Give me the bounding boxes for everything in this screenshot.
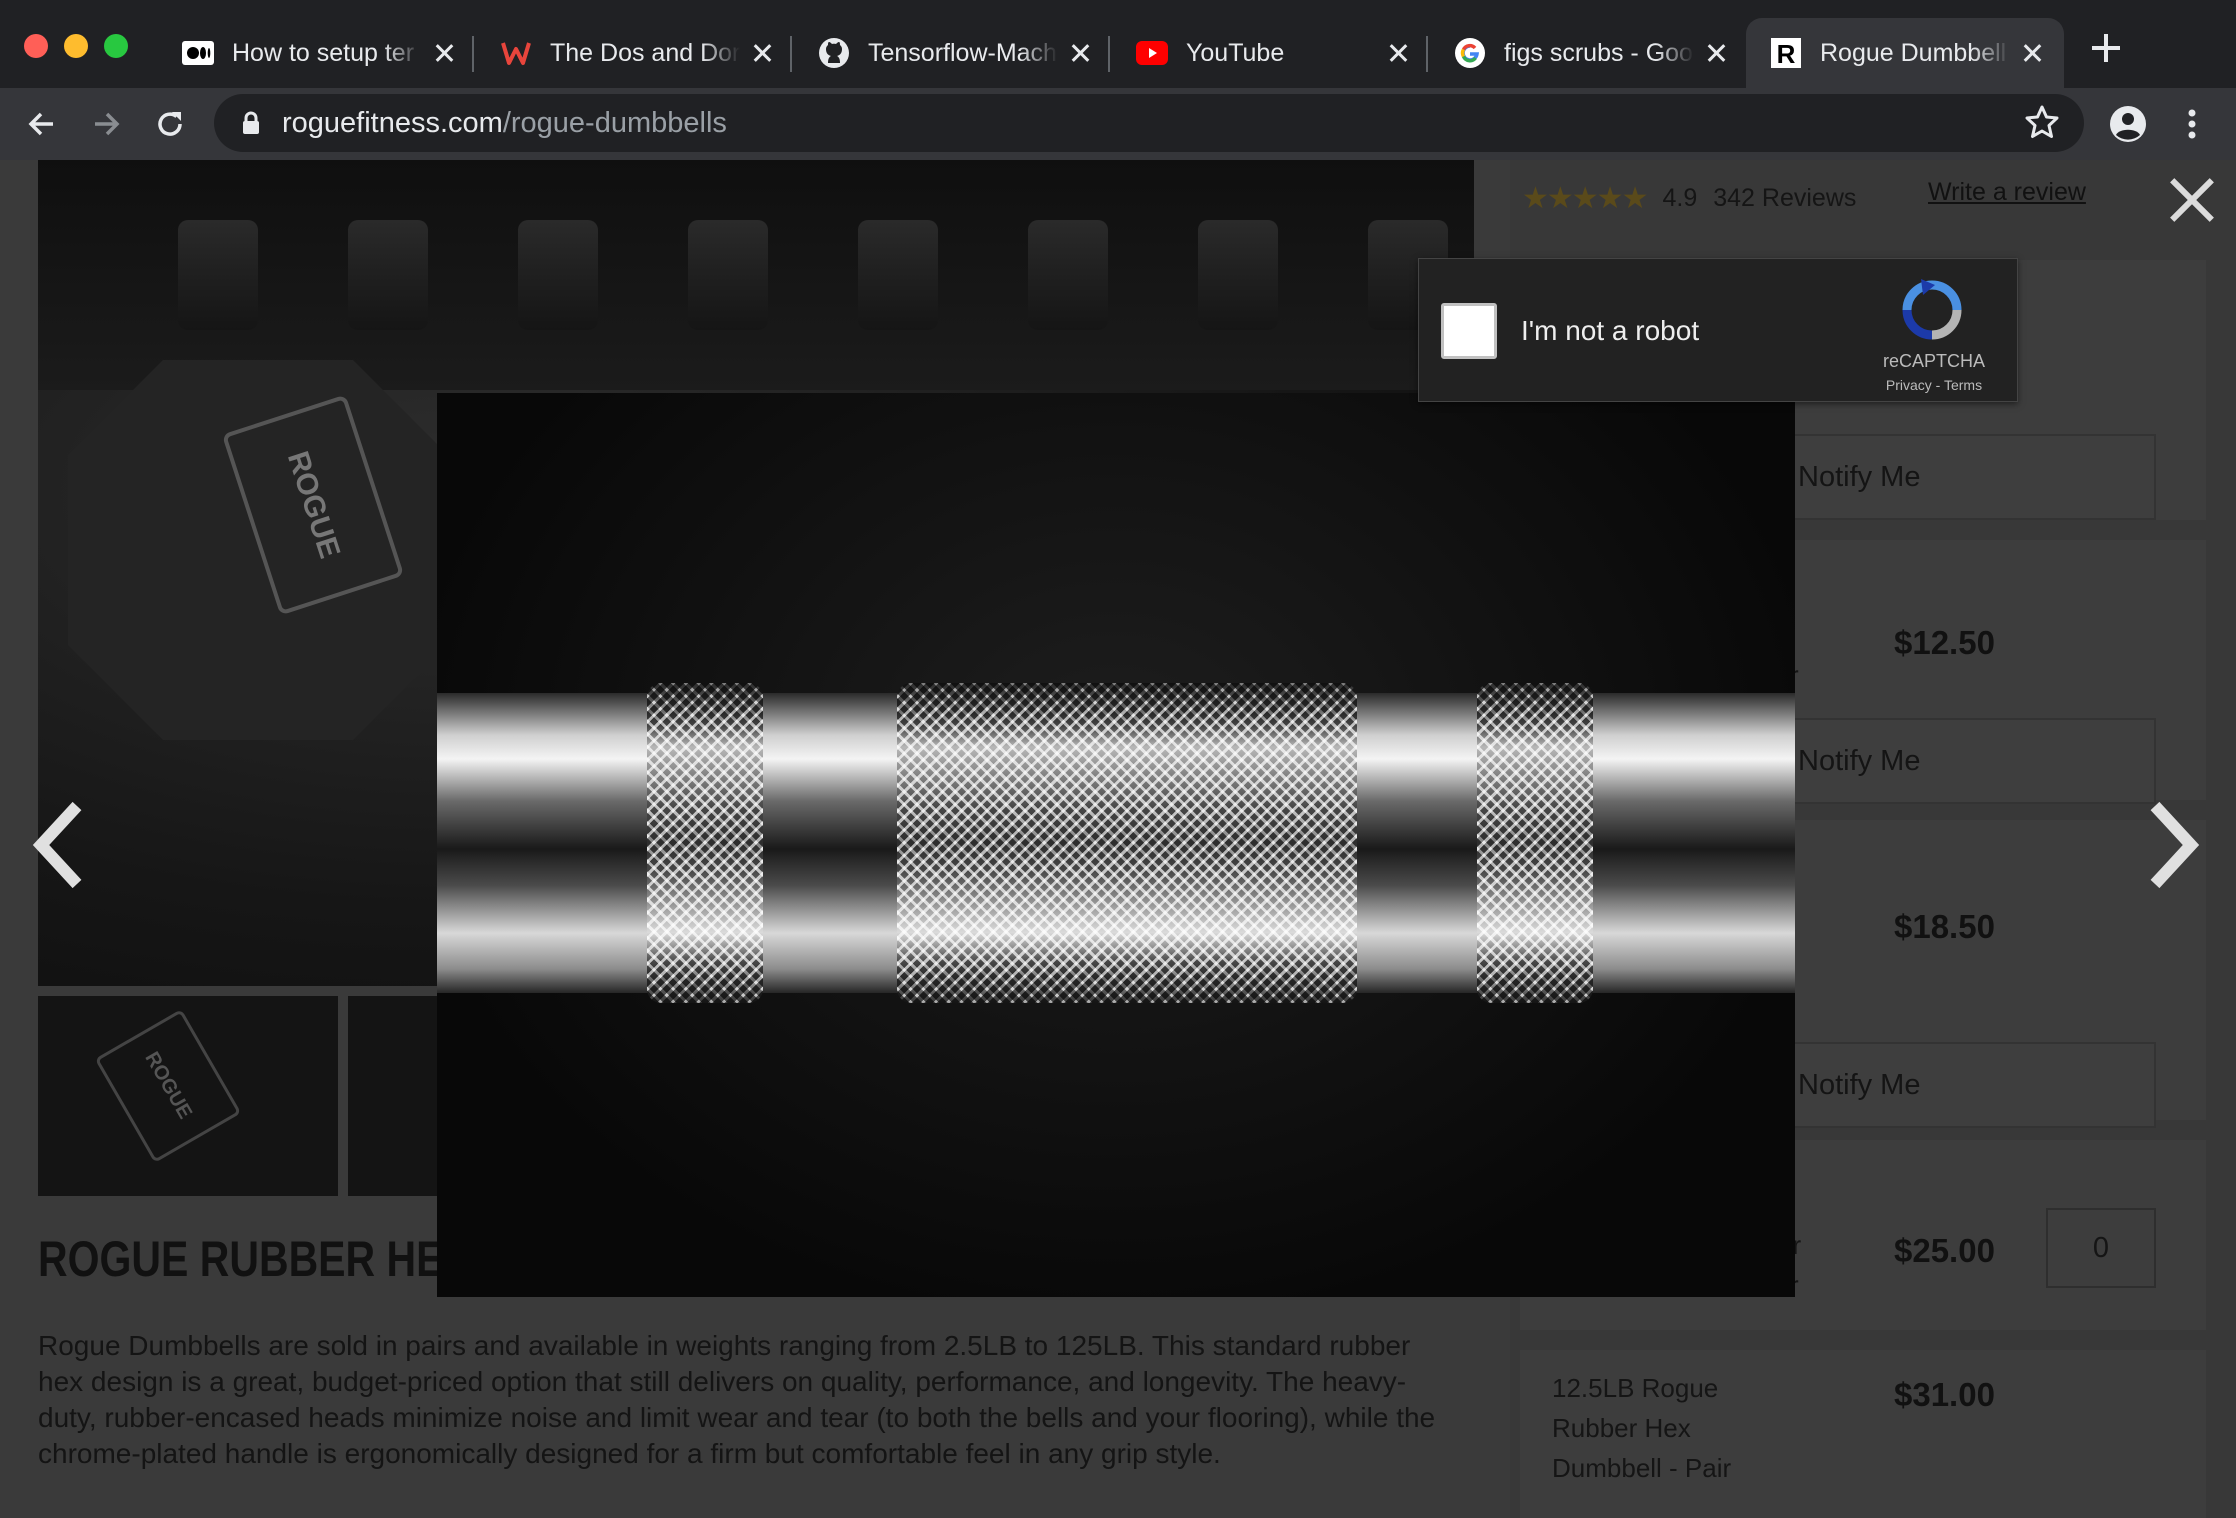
notify-me-button[interactable]: Notify Me bbox=[1770, 434, 2156, 520]
rating-summary: ★★★★★ 4.9 342 Reviews bbox=[1522, 178, 1856, 218]
lightbox-prev-button[interactable] bbox=[24, 795, 94, 895]
quantity-input[interactable]: 0 bbox=[2046, 1208, 2156, 1288]
tab-separator bbox=[790, 36, 792, 72]
close-icon[interactable] bbox=[750, 41, 774, 65]
variant-price: $25.00 bbox=[1894, 1232, 1995, 1269]
profile-button[interactable] bbox=[2104, 100, 2152, 148]
recaptcha-logo-icon bbox=[1902, 279, 1962, 340]
address-bar[interactable]: roguefitness.com/rogue-dumbbells bbox=[214, 94, 2084, 152]
captcha-checkbox[interactable] bbox=[1441, 303, 1497, 359]
tab-title: figs scrubs - Goo bbox=[1504, 38, 1693, 67]
forward-arrow-icon bbox=[95, 112, 120, 136]
lightbox-next-button[interactable] bbox=[2138, 795, 2208, 895]
product-description: Rogue Dumbbells are sold in pairs and av… bbox=[38, 1330, 1436, 1469]
lightbox-close-button[interactable] bbox=[2168, 176, 2216, 224]
tab-title: Tensorflow-Mach bbox=[868, 38, 1057, 67]
tab-title: How to setup ter bbox=[232, 38, 415, 67]
captcha-privacy-terms[interactable]: Privacy - Terms bbox=[1859, 377, 2009, 393]
back-button[interactable] bbox=[18, 100, 66, 148]
tab-0[interactable]: How to setup ter bbox=[158, 18, 476, 88]
tab-separator bbox=[1426, 36, 1428, 72]
notify-me-button[interactable]: Notify Me bbox=[1770, 1042, 2156, 1128]
tab-separator bbox=[1108, 36, 1110, 72]
url-text: roguefitness.com/rogue-dumbbells bbox=[282, 107, 727, 140]
close-icon[interactable] bbox=[1068, 41, 1092, 65]
review-count[interactable]: 342 Reviews bbox=[1713, 184, 1856, 213]
new-tab-button[interactable] bbox=[2090, 32, 2122, 64]
handle-knurl-left bbox=[647, 683, 763, 1003]
rating-value: 4.9 bbox=[1662, 183, 1698, 212]
youtube-icon bbox=[1136, 37, 1168, 69]
tab-title: The Dos and Dor bbox=[550, 38, 740, 67]
tab-title: Rogue Dumbbell bbox=[1820, 38, 2007, 67]
handle-knurl-right bbox=[1477, 683, 1593, 1003]
tab-4[interactable]: figs scrubs - Goo bbox=[1430, 18, 1748, 88]
w-logo-icon bbox=[500, 37, 532, 69]
product-title: ROGUE RUBBER HE bbox=[38, 1231, 444, 1287]
variant-price: $18.50 bbox=[1894, 908, 1995, 945]
close-icon[interactable] bbox=[1704, 41, 1728, 65]
github-icon bbox=[818, 37, 850, 69]
reload-icon bbox=[158, 112, 182, 136]
variant-price: $12.50 bbox=[1894, 624, 1995, 661]
forward-button[interactable] bbox=[82, 100, 130, 148]
reload-button[interactable] bbox=[146, 100, 194, 148]
product-thumbnail-2[interactable] bbox=[348, 996, 438, 1196]
star-icon bbox=[2025, 105, 2059, 138]
tab-1[interactable]: The Dos and Dor bbox=[476, 18, 794, 88]
variant-price: $31.00 bbox=[1894, 1376, 1995, 1413]
rating-stars: ★★★★★ bbox=[1522, 181, 1648, 215]
tab-strip: How to setup ter The Dos and Dor Tensorf… bbox=[0, 0, 2236, 88]
window-maximize-button[interactable] bbox=[104, 34, 128, 58]
svg-text:R: R bbox=[1777, 39, 1796, 68]
tab-title: YouTube bbox=[1186, 38, 1285, 67]
tab-3[interactable]: YouTube bbox=[1112, 18, 1430, 88]
notify-me-button[interactable]: Notify Me bbox=[1770, 718, 2156, 804]
close-icon[interactable] bbox=[432, 41, 456, 65]
tab-5-active[interactable]: R Rogue Dumbbell bbox=[1746, 18, 2064, 88]
window-close-button[interactable] bbox=[24, 34, 48, 58]
rogue-r-icon: R bbox=[1770, 37, 1802, 69]
window-minimize-button[interactable] bbox=[64, 34, 88, 58]
close-icon[interactable] bbox=[2020, 41, 2044, 65]
medium-icon bbox=[182, 37, 214, 69]
tab-2[interactable]: Tensorflow-Mach bbox=[794, 18, 1112, 88]
recaptcha-widget: I'm not a robot reCAPTCHA Privacy - Term… bbox=[1418, 258, 2018, 402]
kebab-menu-icon bbox=[2188, 109, 2196, 139]
back-arrow-icon bbox=[28, 112, 53, 136]
product-thumbnail-1[interactable]: ROGUE bbox=[38, 996, 338, 1196]
url-path: /rogue-dumbbells bbox=[502, 106, 727, 139]
write-review-link[interactable]: Write a review bbox=[1928, 178, 2086, 207]
bookmark-star-button[interactable] bbox=[2024, 104, 2064, 144]
browser-toolbar: roguefitness.com/rogue-dumbbells bbox=[0, 88, 2236, 160]
chevron-left-icon bbox=[32, 801, 82, 889]
url-domain: roguefitness.com bbox=[282, 106, 503, 139]
lightbox-image bbox=[437, 393, 1795, 1297]
account-icon bbox=[2110, 106, 2146, 142]
google-icon bbox=[1454, 37, 1486, 69]
thumb-logo-plate: ROGUE bbox=[94, 1009, 242, 1163]
captcha-label: I'm not a robot bbox=[1521, 315, 1700, 346]
captcha-brand: reCAPTCHA bbox=[1882, 351, 1985, 371]
chevron-right-icon bbox=[2150, 801, 2200, 889]
lock-icon bbox=[243, 111, 259, 134]
tab-separator bbox=[472, 36, 474, 72]
close-icon[interactable] bbox=[1386, 41, 1410, 65]
handle-knurl-center bbox=[897, 683, 1357, 1003]
background-rack-photo bbox=[38, 160, 1474, 390]
chrome-menu-button[interactable] bbox=[2168, 100, 2216, 148]
variant-label: 12.5LB Rogue Rubber Hex Dumbbell - Pair bbox=[1552, 1373, 1732, 1483]
